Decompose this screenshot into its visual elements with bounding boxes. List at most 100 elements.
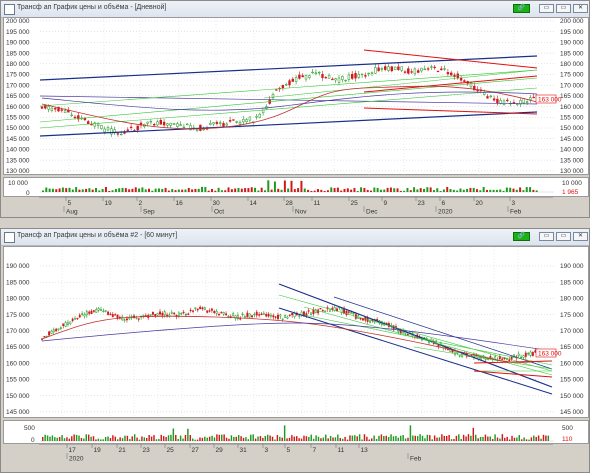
price-tick-label: 170 000 <box>6 328 30 335</box>
volume-bar <box>403 190 406 192</box>
candle-body <box>70 114 73 117</box>
candle-body <box>334 78 337 81</box>
volume-bar <box>274 439 276 441</box>
close-button[interactable]: ✕ <box>573 232 588 241</box>
candle-body <box>201 307 204 310</box>
price-chart[interactable]: 190 000 185 000 180 000 175 000 170 000 165 0… <box>4 247 590 419</box>
candle-body <box>173 312 176 315</box>
candle-body <box>96 123 100 126</box>
volume-bar <box>133 434 136 441</box>
minimize-button[interactable]: ▭ <box>539 4 554 13</box>
volume-bar <box>184 189 187 192</box>
volume-bar <box>73 434 75 441</box>
window-titlebar[interactable]: Трансф ап График цены и объёма #2 - [60 … <box>1 229 589 246</box>
candle-body <box>311 71 314 74</box>
volume-bar <box>116 439 119 441</box>
candle-body <box>261 108 265 114</box>
candle-body <box>337 77 341 83</box>
volume-bar <box>138 439 141 441</box>
price-tick-label: 160 000 <box>6 104 30 111</box>
candle-body <box>285 84 288 86</box>
price-panel[interactable]: 200 000 195 000 190 000 185 000 180 000 175 0… <box>3 17 590 176</box>
candle-body <box>43 336 46 338</box>
price-tick-label: 180 000 <box>560 61 584 68</box>
restore-button[interactable]: ▭ <box>556 4 571 13</box>
price-chart[interactable]: 200 000 195 000 190 000 185 000 180 000 175 0… <box>4 18 590 176</box>
candle-body <box>347 74 351 80</box>
candle-body <box>308 75 311 78</box>
volume-bar <box>350 189 353 192</box>
candle-body <box>486 96 489 99</box>
volume-bar <box>291 435 293 441</box>
volume-bar <box>167 190 170 192</box>
price-tick-label: 180 000 <box>6 296 30 303</box>
day-tick-label: 5 <box>68 200 72 207</box>
candle-body <box>420 67 423 72</box>
month-tick-label: Feb <box>410 456 422 463</box>
volume-bar <box>448 435 450 441</box>
candle-body <box>242 119 245 123</box>
candle-body <box>350 312 353 314</box>
candle-body <box>169 122 172 126</box>
candle-body <box>525 101 529 103</box>
volume-bar <box>182 438 184 441</box>
day-tick-label: 3 <box>512 200 516 207</box>
trend-line <box>413 346 553 370</box>
candle-body <box>194 307 197 309</box>
volume-bar <box>489 189 492 192</box>
volume-bar <box>320 438 322 441</box>
day-tick-label: 23 <box>418 200 426 207</box>
volume-bar <box>42 437 44 441</box>
candle-body <box>219 122 222 124</box>
candle-body <box>369 321 371 323</box>
candle-body <box>60 109 63 111</box>
volume-bar <box>469 187 472 192</box>
volume-bar <box>144 189 147 192</box>
volume-bar <box>283 425 286 441</box>
volume-bar <box>119 437 121 441</box>
price-tick-label: 175 000 <box>560 312 584 319</box>
volume-bar <box>296 436 298 441</box>
volume-tick-zero-left: 0 <box>26 190 30 197</box>
candle-body <box>506 99 509 102</box>
candle-body <box>225 123 229 126</box>
link-icon[interactable]: 🔗 <box>513 232 530 241</box>
candle-body <box>277 314 279 320</box>
volume-bar <box>399 190 402 192</box>
candle-body <box>111 314 114 317</box>
candle-body <box>417 70 420 73</box>
candle-body <box>407 68 410 74</box>
volume-bar <box>187 428 189 441</box>
candle-body <box>76 317 79 320</box>
candle-body <box>196 308 199 311</box>
link-icon[interactable]: 🔗 <box>513 4 530 13</box>
candle-body <box>312 309 315 315</box>
price-panel[interactable]: 190 000 185 000 180 000 175 000 170 000 165 0… <box>3 246 590 419</box>
volume-bar <box>95 187 98 192</box>
candle-body <box>288 80 291 86</box>
volume-bar <box>75 434 78 441</box>
minimize-button[interactable]: ▭ <box>539 232 554 241</box>
restore-button[interactable]: ▭ <box>556 232 571 241</box>
candle-body <box>301 75 304 78</box>
volume-bar <box>431 439 433 441</box>
volume-bar <box>317 436 320 441</box>
candle-body <box>384 66 387 70</box>
candle-body <box>351 73 354 79</box>
volume-bar <box>346 188 349 192</box>
volume-bar <box>334 437 337 441</box>
volume-bar <box>54 437 56 441</box>
volume-bar <box>327 438 329 441</box>
candle-body <box>170 312 173 314</box>
volume-bar <box>516 437 518 441</box>
candle-body <box>430 66 433 68</box>
volume-bar <box>339 437 341 441</box>
volume-bar <box>456 190 459 192</box>
volume-bar <box>466 188 469 192</box>
candle-body <box>50 107 54 111</box>
window-titlebar[interactable]: Трансф ап График цены и объёма - [Дневно… <box>1 1 589 18</box>
candle-body <box>92 310 95 312</box>
candle-body <box>209 123 212 125</box>
close-button[interactable]: ✕ <box>573 4 588 13</box>
volume-bar <box>320 189 323 192</box>
